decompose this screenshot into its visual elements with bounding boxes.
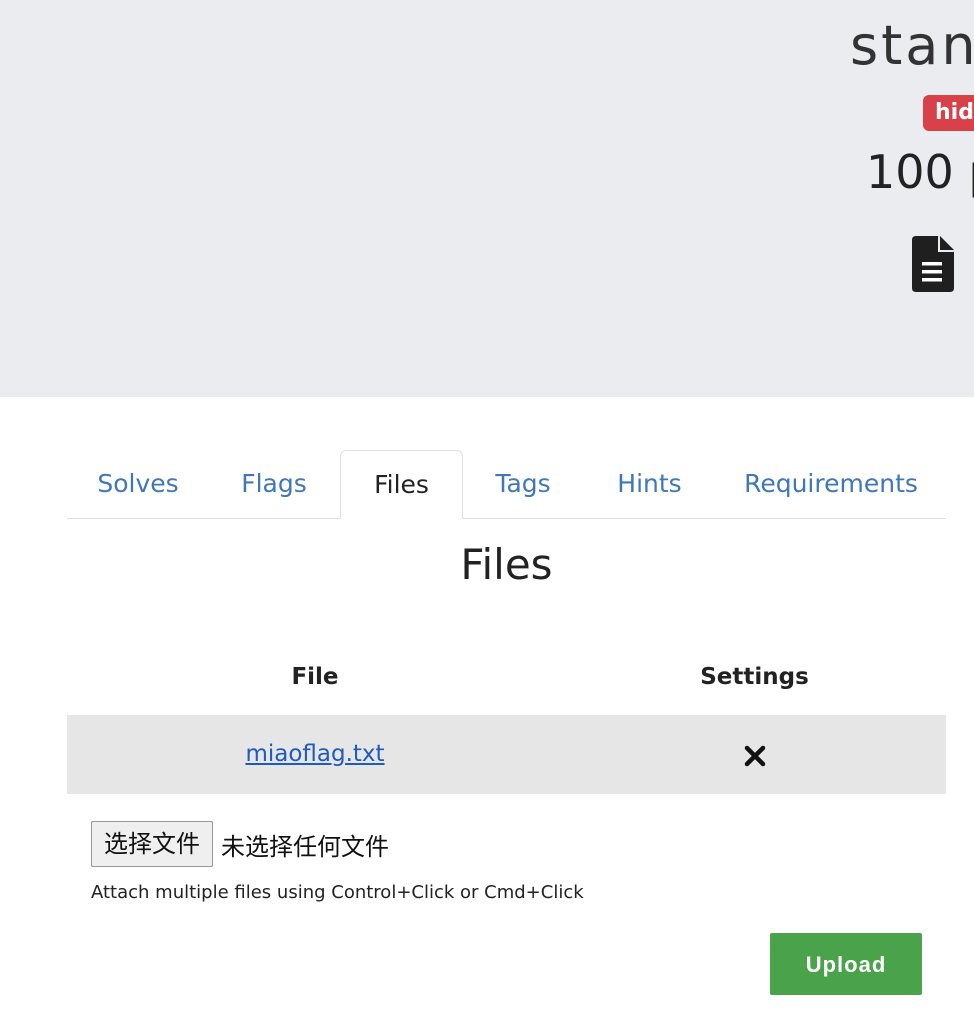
file-input[interactable]: 选择文件 未选择任何文件 bbox=[91, 821, 389, 867]
challenge-tabs: Solves Flags Files Tags Hints Requiremen… bbox=[67, 450, 946, 519]
times-icon[interactable] bbox=[744, 745, 766, 767]
tab-tags[interactable]: Tags bbox=[464, 450, 582, 518]
column-header-settings: Settings bbox=[700, 664, 809, 690]
column-header-file: File bbox=[291, 664, 339, 690]
tab-files[interactable]: Files bbox=[340, 450, 463, 519]
file-text-icon[interactable] bbox=[912, 236, 954, 292]
file-link[interactable]: miaoflag.txt bbox=[67, 715, 563, 794]
challenge-name: standard bbox=[850, 14, 974, 77]
tab-solves[interactable]: Solves bbox=[67, 450, 209, 518]
hidden-badge: hidden bbox=[923, 95, 974, 131]
challenge-header: standard hidden 100 points bbox=[0, 0, 974, 397]
table-row: miaoflag.txt bbox=[67, 715, 946, 794]
upload-button[interactable]: Upload bbox=[770, 933, 922, 995]
tab-requirements[interactable]: Requirements bbox=[727, 450, 935, 518]
tab-flags[interactable]: Flags bbox=[209, 450, 339, 518]
tab-hints[interactable]: Hints bbox=[582, 450, 717, 518]
files-section-title: Files bbox=[460, 540, 553, 589]
challenge-value: 100 points bbox=[866, 145, 974, 199]
choose-file-button[interactable]: 选择文件 bbox=[91, 821, 213, 867]
no-file-selected-text: 未选择任何文件 bbox=[221, 832, 389, 861]
file-help-text: Attach multiple files using Control+Clic… bbox=[91, 882, 584, 903]
